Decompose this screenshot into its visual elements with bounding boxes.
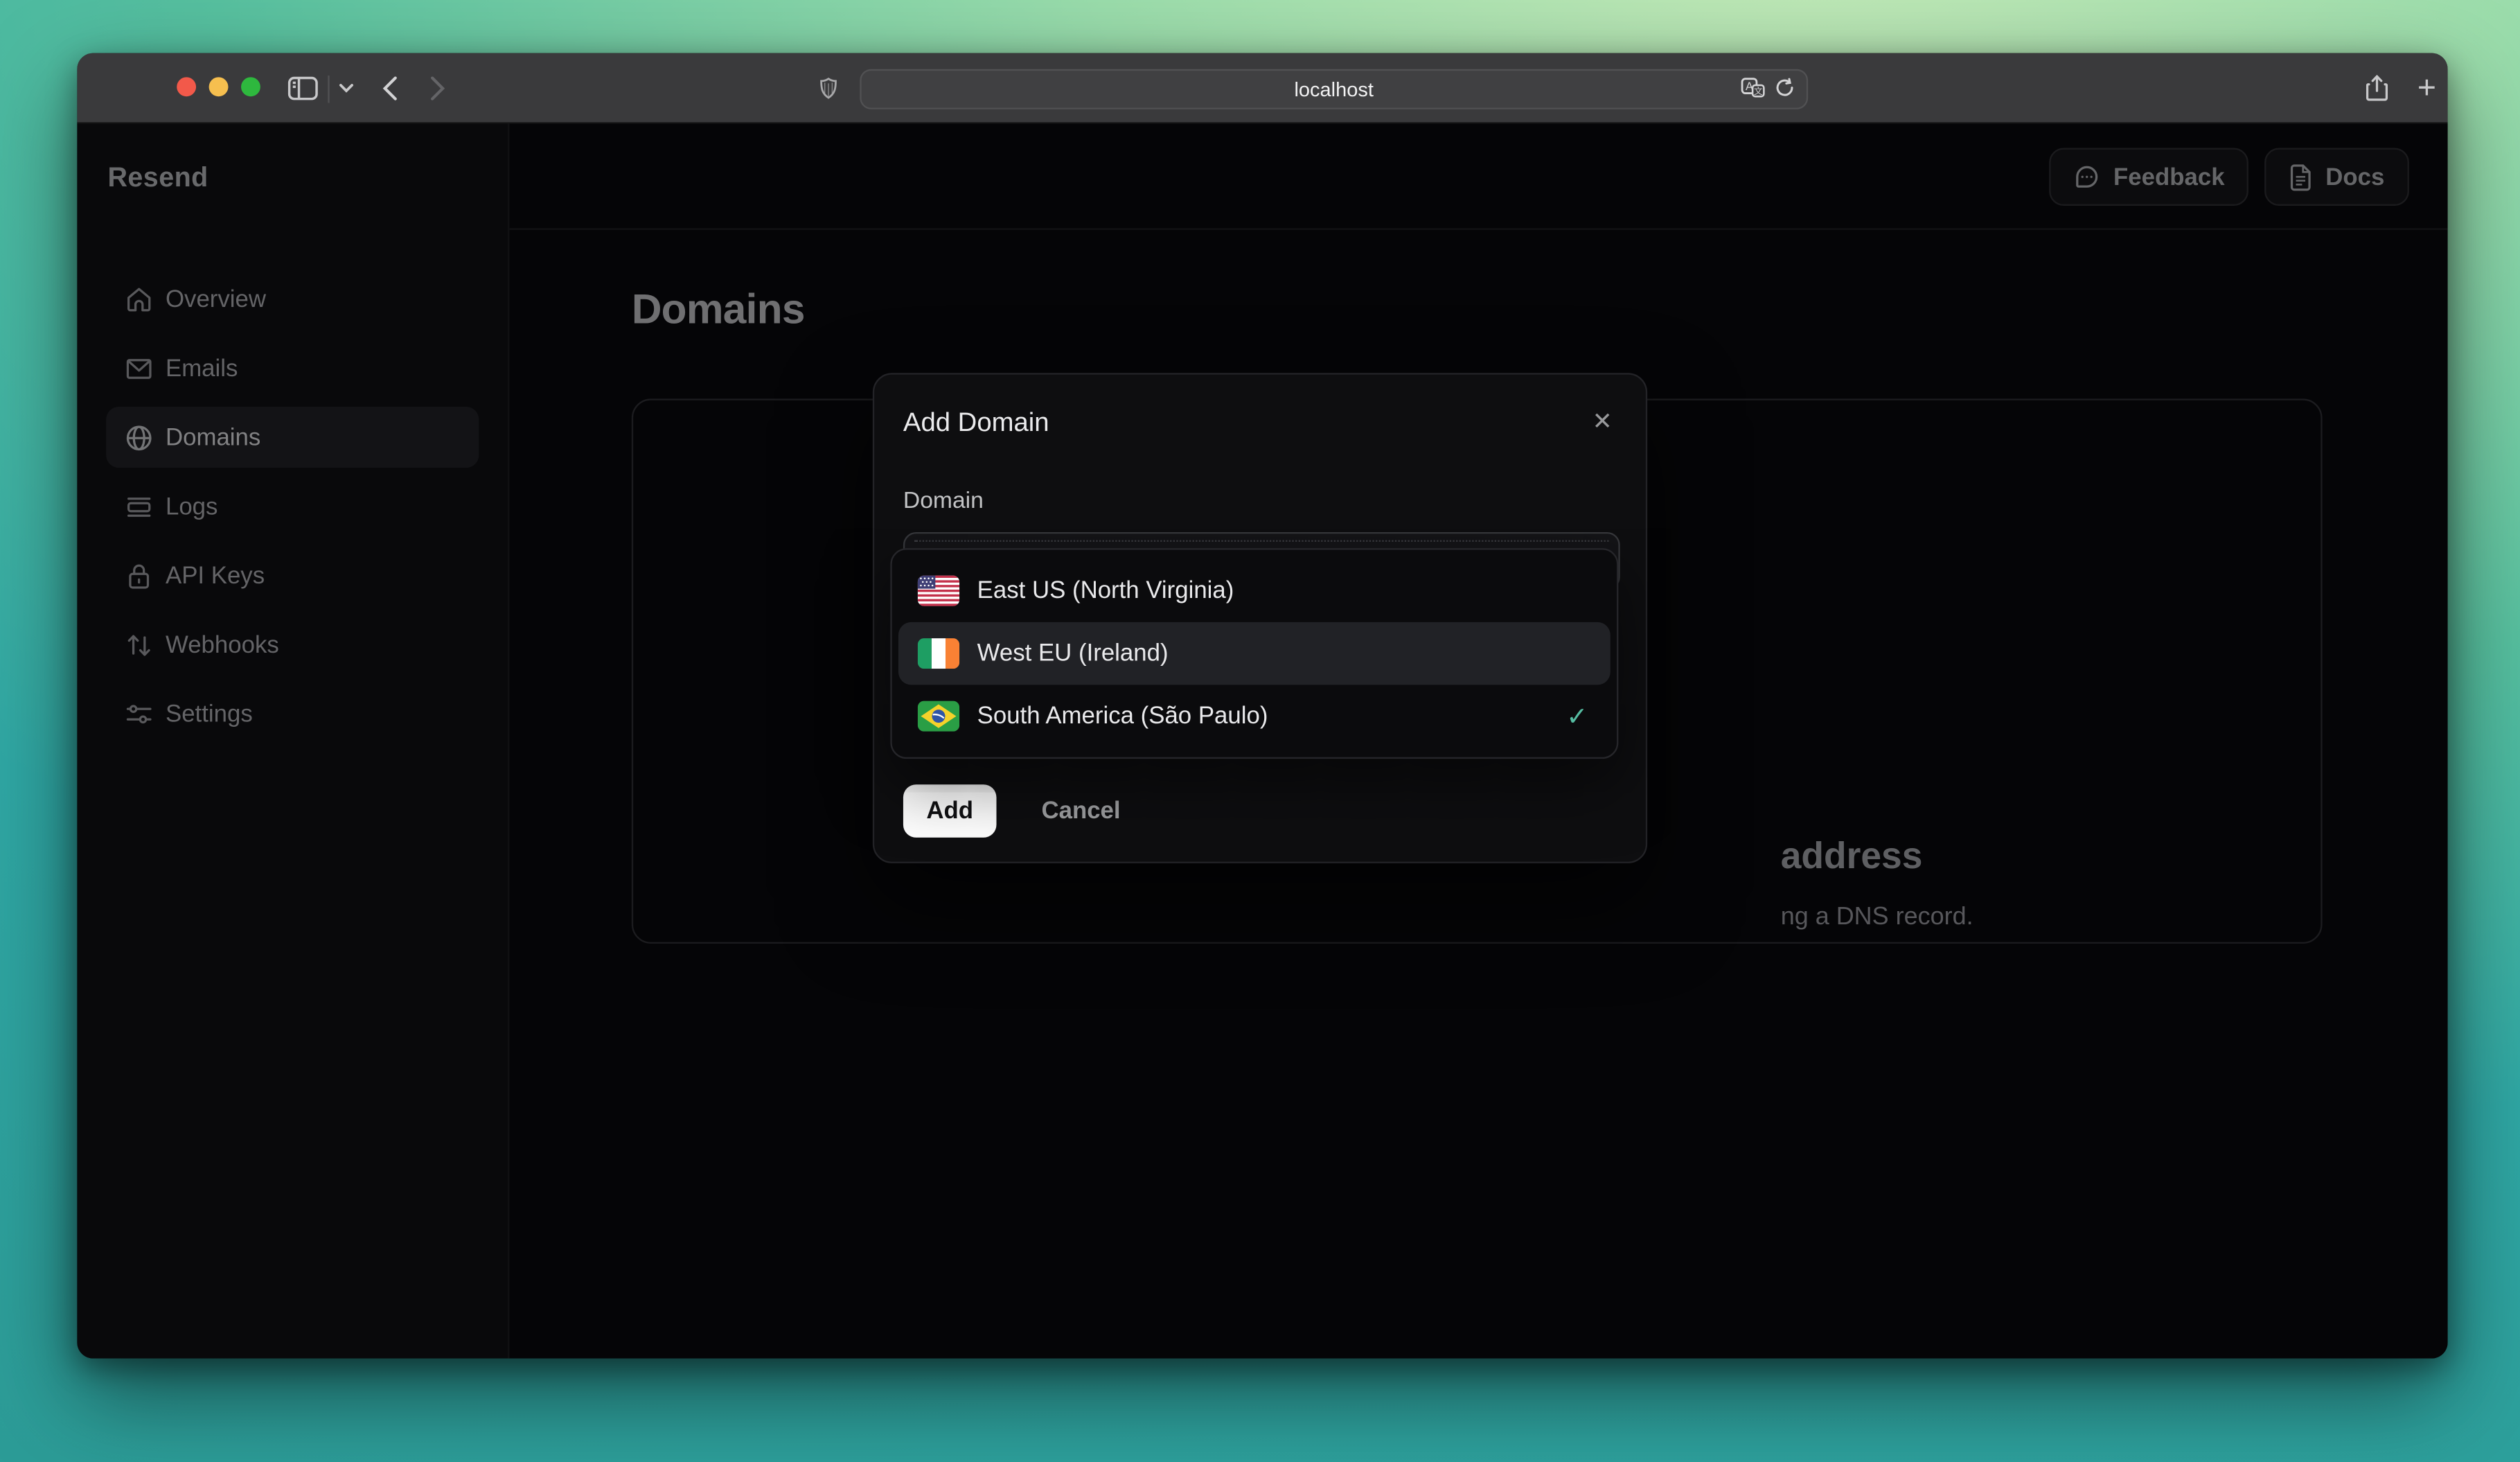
address-bar[interactable]: localhost A 文 (860, 69, 1809, 109)
cancel-button[interactable]: Cancel (1029, 784, 1133, 838)
us-flag-icon (917, 575, 960, 606)
add-button[interactable]: Add (903, 784, 997, 838)
region-option-label: West EU (Ireland) (977, 640, 1169, 667)
maximize-window-button[interactable] (241, 78, 260, 97)
minimize-window-button[interactable] (208, 78, 229, 97)
back-button[interactable] (376, 76, 402, 100)
chevron-down-icon[interactable] (335, 82, 357, 92)
close-icon[interactable]: ✕ (1585, 403, 1620, 439)
region-option-south-america[interactable]: South America (São Paulo) ✓ (898, 685, 1611, 747)
reload-icon[interactable] (1774, 76, 1795, 102)
toolbar-divider (328, 76, 330, 103)
shield-icon[interactable] (815, 76, 840, 98)
address-bar-url: localhost (1294, 78, 1374, 101)
region-option-east-us[interactable]: East US (North Virginia) (898, 559, 1611, 622)
svg-text:文: 文 (1754, 85, 1763, 96)
translate-icon[interactable]: A 文 (1741, 76, 1765, 102)
forward-button[interactable] (425, 76, 450, 100)
modal-title: Add Domain (903, 408, 1049, 438)
region-option-west-eu[interactable]: West EU (Ireland) (898, 622, 1611, 685)
desktop-background: localhost A 文 + Resend Overview Emails D… (0, 0, 2520, 1462)
ireland-flag-icon (917, 638, 960, 669)
brazil-flag-icon (917, 701, 960, 732)
modal-backdrop-sidebar (77, 123, 510, 1359)
add-domain-modal: Add Domain ✕ Domain East US (North Virgi… (872, 373, 1648, 863)
browser-window: localhost A 文 + Resend Overview Emails D… (77, 53, 2448, 1359)
region-option-label: South America (São Paulo) (977, 702, 1268, 730)
new-tab-icon[interactable]: + (2413, 71, 2442, 103)
browser-toolbar: localhost A 文 + (77, 53, 2448, 124)
region-dropdown: East US (North Virginia) West EU (Irelan… (890, 548, 1619, 759)
domain-field-label: Domain (903, 488, 984, 515)
check-icon: ✓ (1566, 703, 1588, 731)
region-option-label: East US (North Virginia) (977, 576, 1234, 605)
close-window-button[interactable] (177, 78, 197, 97)
share-icon[interactable] (2363, 73, 2392, 101)
sidebar-toggle-icon[interactable] (283, 76, 321, 100)
